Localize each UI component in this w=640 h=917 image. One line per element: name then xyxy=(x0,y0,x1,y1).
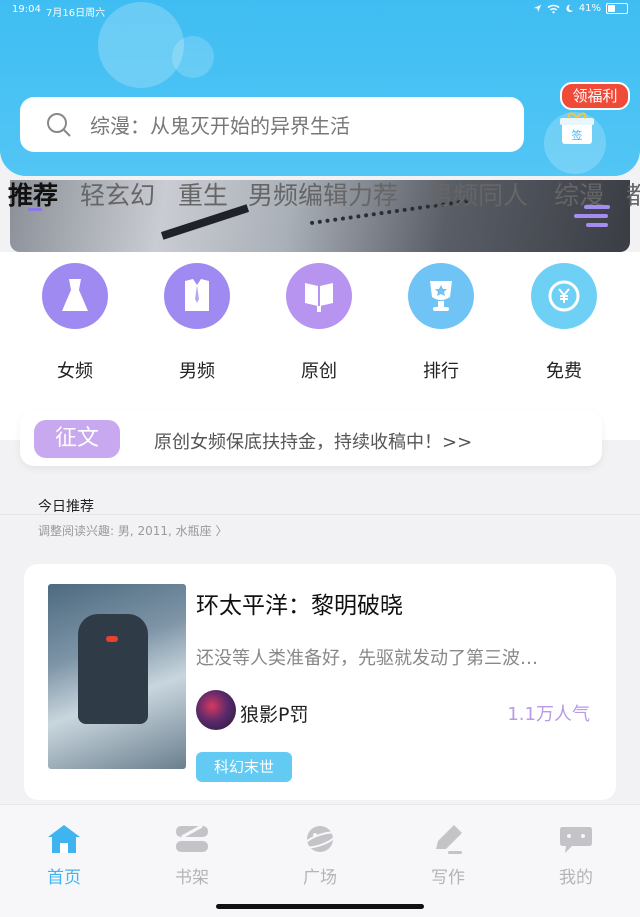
wifi-icon xyxy=(547,4,560,13)
book-cover[interactable] xyxy=(48,584,186,769)
book-title[interactable]: 环太平洋：黎明破晓 xyxy=(196,586,403,620)
tab-active-indicator xyxy=(28,208,42,211)
nav-write[interactable]: 写作 xyxy=(408,823,488,888)
entry-label: 原创 xyxy=(301,361,337,382)
category-tabs: 推荐 轻玄幻 重生 男频编辑力荐 男频同人 综漫 都 xyxy=(0,176,640,212)
entry-label: 排行 xyxy=(423,361,459,382)
tab-editor-picks[interactable]: 男频编辑力荐 xyxy=(248,176,398,212)
nav-label: 广场 xyxy=(303,868,337,888)
section-title: 今日推荐 xyxy=(38,499,94,515)
status-right: 41% xyxy=(533,3,628,14)
search-placeholder: 综漫：从鬼灭开始的异界生活 xyxy=(90,114,350,138)
tab-recommend[interactable]: 推荐 xyxy=(8,176,58,212)
decor-bubble xyxy=(172,36,214,78)
bottom-nav: 首页 书架 广场 写作 我的 xyxy=(0,804,640,917)
book-icon xyxy=(286,263,352,329)
entry-label: 免费 xyxy=(546,361,582,382)
pen-icon xyxy=(436,825,462,854)
entry-label: 男频 xyxy=(179,361,215,382)
nav-label: 书架 xyxy=(175,868,209,888)
divider xyxy=(0,514,640,515)
status-time: 19:04 xyxy=(12,4,41,15)
gift-checkin-icon[interactable]: 签 xyxy=(558,110,596,146)
notice-tag: 征文 xyxy=(34,420,120,458)
tab-light-fantasy[interactable]: 轻玄幻 xyxy=(80,176,155,212)
tab-urban[interactable]: 都 xyxy=(626,176,640,212)
nav-label: 我的 xyxy=(559,868,593,888)
search-bar[interactable]: 综漫：从鬼灭开始的异界生活 xyxy=(20,97,524,152)
notice-text: 原创女频保底扶持金，持续收稿中！>> xyxy=(154,432,473,453)
nav-label: 首页 xyxy=(47,868,81,888)
author-name[interactable]: 狼影P罚 xyxy=(240,700,308,727)
book-card[interactable]: 环太平洋：黎明破晓 还没等人类准备好，先驱就发动了第三波… 狼影P罚 1.1万人… xyxy=(24,564,616,800)
dress-icon xyxy=(42,263,108,329)
bookshelf-icon xyxy=(176,824,208,852)
nav-home[interactable]: 首页 xyxy=(24,823,104,888)
shirt-icon xyxy=(164,263,230,329)
battery-percent: 41% xyxy=(578,3,601,14)
entry-original[interactable]: 原创 xyxy=(279,263,359,383)
notice-bar[interactable]: 征文 原创女频保底扶持金，持续收稿中！>> xyxy=(20,410,602,466)
yen-icon xyxy=(531,263,597,329)
cover-robot xyxy=(78,614,148,724)
welfare-badge[interactable]: 领福利 xyxy=(560,82,630,110)
entry-ranking[interactable]: 排行 xyxy=(401,263,481,383)
nav-mine[interactable]: 我的 xyxy=(536,823,616,888)
planet-icon xyxy=(302,826,338,852)
moon-icon xyxy=(566,4,573,13)
search-icon xyxy=(47,112,71,137)
home-icon xyxy=(48,825,80,853)
trophy-icon xyxy=(408,263,474,329)
book-description: 还没等人类准备好，先驱就发动了第三波… xyxy=(196,648,538,669)
entry-female[interactable]: 女频 xyxy=(35,263,115,383)
menu-icon[interactable] xyxy=(574,200,614,234)
cover-robot-eye xyxy=(106,636,118,642)
genre-tag[interactable]: 科幻末世 xyxy=(196,752,292,782)
gift-sign-label: 签 xyxy=(572,128,583,142)
entry-free[interactable]: 免费 xyxy=(524,263,604,383)
author-avatar[interactable] xyxy=(196,690,236,730)
status-bar: 19:04 7月16日周六 41% xyxy=(0,0,640,20)
entry-male[interactable]: 男频 xyxy=(157,263,237,383)
chat-icon xyxy=(560,827,592,853)
entry-label: 女频 xyxy=(57,361,93,382)
battery-icon xyxy=(606,3,628,14)
tab-fan-fiction[interactable]: 男频同人 xyxy=(428,176,528,212)
status-date: 7月16日周六 xyxy=(46,8,106,19)
nav-plaza[interactable]: 广场 xyxy=(280,823,360,888)
popularity-count: 1.1万人气 xyxy=(507,704,590,725)
tab-rebirth[interactable]: 重生 xyxy=(178,176,228,212)
nav-bookshelf[interactable]: 书架 xyxy=(152,823,232,888)
home-indicator xyxy=(216,904,424,909)
nav-label: 写作 xyxy=(431,868,465,888)
reading-interest-link[interactable]: 调整阅读兴趣: 男, 2011, 水瓶座 〉 xyxy=(38,522,227,539)
location-icon xyxy=(533,4,541,13)
